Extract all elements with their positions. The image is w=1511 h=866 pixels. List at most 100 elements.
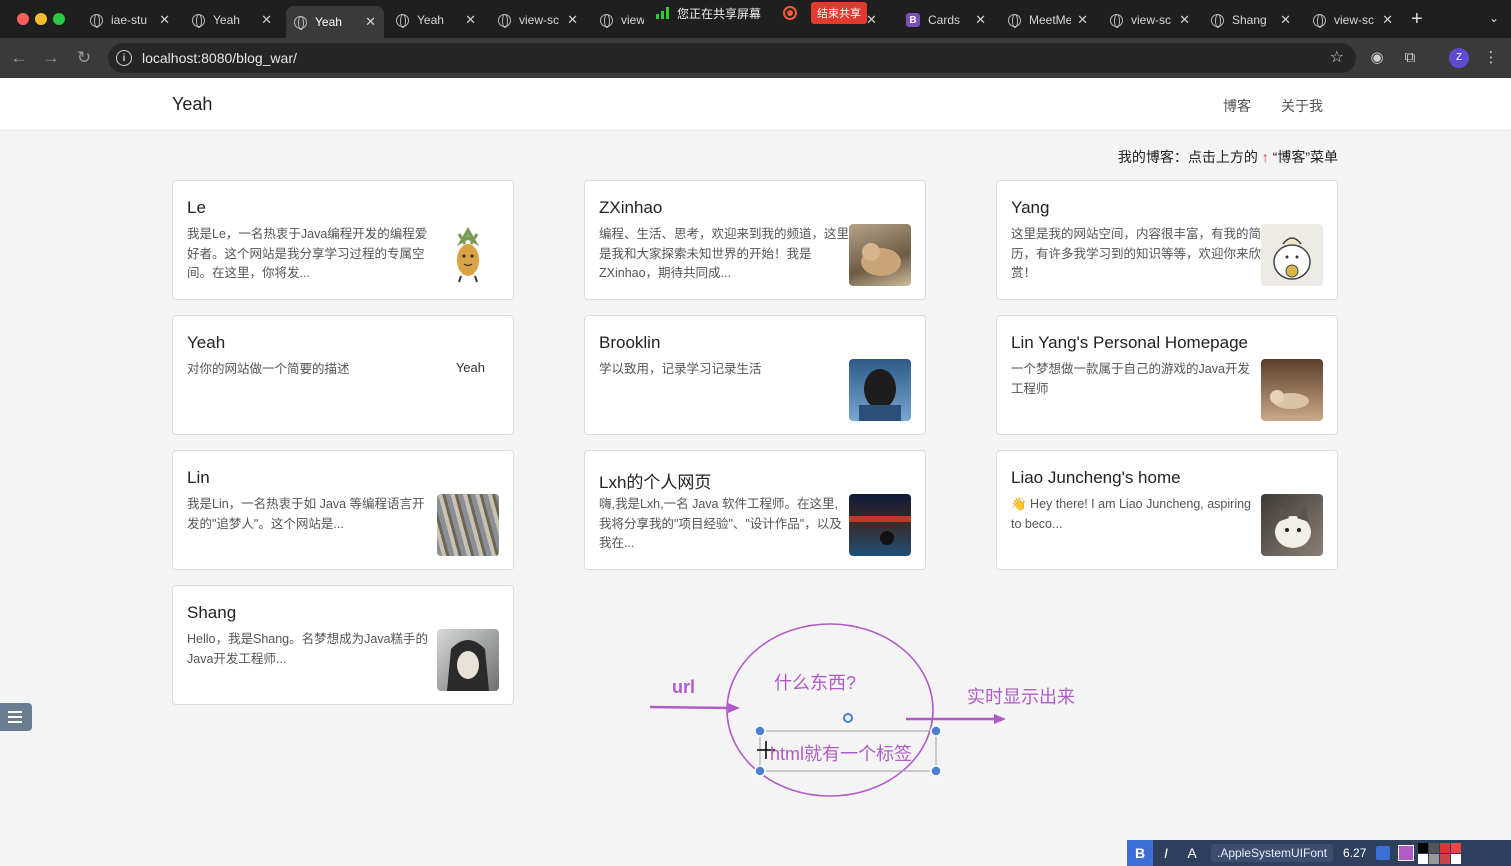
browser-tab[interactable]: view-sc ✕ (1102, 6, 1198, 34)
screen-share-banner: 您正在共享屏幕 结束共享 (656, 0, 868, 26)
menu-icon[interactable]: ⋮ (1480, 47, 1502, 69)
browser-tab[interactable]: Yeah ✕ (184, 6, 280, 34)
browser-tab[interactable]: B Cards ✕ (898, 6, 994, 34)
url-text[interactable]: localhost:8080/blog_war/ (142, 50, 297, 66)
card-thumbnail (1261, 494, 1323, 556)
broken-image-alt: Yeah (455, 360, 485, 375)
close-tab-icon[interactable]: ✕ (567, 12, 578, 28)
forward-icon[interactable]: → (40, 47, 62, 69)
card-thumbnail (1261, 359, 1323, 421)
italic-button[interactable]: I (1153, 840, 1179, 866)
card-description: 这里是我的网站空间，内容很丰富，有我的简历，有许多我学习到的知识等等，欢迎你来欣… (1011, 227, 1262, 280)
blog-card[interactable]: Yeah 对你的网站做一个简要的描述 Yeah (172, 315, 514, 435)
blog-card[interactable]: ZXinhao 编程、生活、思考，欢迎来到我的频道，这里是我和大家探索未知世界的… (584, 180, 926, 300)
globe-icon (498, 13, 511, 28)
blog-card[interactable]: Lxh的个人网页 嗨,我是Lxh,一名 Java 软件工程师。在这里,我将分享我… (584, 450, 926, 570)
browser-tab[interactable]: view-sc ✕ (490, 6, 586, 34)
site-info-icon[interactable]: i (116, 50, 132, 66)
blog-card[interactable]: Yang 这里是我的网站空间，内容很丰富，有我的简历，有许多我学习到的知识等等，… (996, 180, 1338, 300)
cat-photo-icon (861, 243, 901, 276)
profile-avatar[interactable]: Z (1449, 48, 1469, 68)
bookmark-star-icon[interactable]: ☆ (1330, 47, 1344, 67)
globe-icon (600, 13, 613, 28)
browser-tab[interactable]: view-sc ✕ (1305, 6, 1401, 34)
card-title[interactable]: ZXinhao (599, 198, 662, 218)
browser-tab[interactable]: Yeah ✕ (388, 6, 484, 34)
stop-sharing-button[interactable]: 结束共享 (811, 2, 868, 24)
card-thumbnail (1261, 224, 1323, 286)
text-style-icon[interactable]: A (1179, 840, 1205, 866)
pineapple-avatar-icon (456, 227, 480, 283)
close-tab-icon[interactable]: ✕ (159, 12, 170, 28)
close-tab-icon[interactable]: ✕ (1382, 12, 1393, 28)
list-menu-icon[interactable] (0, 703, 32, 731)
card-thumbnail (437, 629, 499, 691)
reload-icon[interactable]: ↻ (73, 47, 95, 69)
card-title[interactable]: Lin (187, 468, 210, 488)
card-title[interactable]: Yang (1011, 198, 1049, 218)
minimize-window-button[interactable] (35, 13, 47, 25)
bootstrap-icon: B (906, 13, 920, 27)
card-title[interactable]: Shang (187, 603, 236, 623)
card-description: 学以致用，记录学习记录生活 (599, 362, 762, 376)
browser-tab[interactable]: Shang ✕ (1203, 6, 1299, 34)
globe-icon (1110, 13, 1123, 28)
extensions-icon[interactable]: ⧉ (1399, 47, 1421, 69)
blog-card[interactable]: Lin 我是Lin，一名热衷于如 Java 等编程语言开发的"追梦人"。这个网站… (172, 450, 514, 570)
card-description: 编程、生活、思考，欢迎来到我的频道，这里是我和大家探索未知世界的开始！我是ZXi… (599, 227, 850, 280)
card-title[interactable]: Yeah (187, 333, 225, 353)
tab-search-icon[interactable]: ⌄ (1484, 8, 1504, 28)
close-tab-icon[interactable]: ✕ (465, 12, 476, 28)
font-select[interactable]: .AppleSystemUIFont (1211, 844, 1334, 862)
annotation-selected-text[interactable]: html就有一个标签 (770, 740, 912, 766)
annotation-output-label: 实时显示出来 (967, 687, 1075, 707)
card-title[interactable]: Lxh的个人网页 (599, 468, 711, 493)
up-arrow-icon: ↑ (1261, 149, 1269, 165)
new-tab-button[interactable]: + (1411, 8, 1423, 31)
back-icon[interactable]: ← (8, 47, 30, 69)
blog-card[interactable]: Brooklin 学以致用，记录学习记录生活 (584, 315, 926, 435)
maximize-window-button[interactable] (53, 13, 65, 25)
address-bar[interactable]: i localhost:8080/blog_war/ ☆ (108, 43, 1356, 73)
browser-tab[interactable]: MeetMe ✕ (1000, 6, 1096, 34)
close-tab-icon[interactable]: ✕ (1179, 12, 1190, 28)
card-description: 嗨,我是Lxh,一名 Java 软件工程师。在这里,我将分享我的"项目经验"、"… (599, 497, 842, 550)
bold-button[interactable]: B (1127, 840, 1153, 866)
recording-icon (783, 6, 798, 20)
browser-tab[interactable]: view- (592, 6, 652, 34)
close-tab-icon[interactable]: ✕ (1077, 12, 1088, 28)
close-tab-icon[interactable]: ✕ (261, 12, 272, 28)
close-tab-icon[interactable]: ✕ (866, 6, 886, 34)
card-title[interactable]: Lin Yang's Personal Homepage (1011, 333, 1248, 353)
close-window-button[interactable] (17, 13, 29, 25)
camera-icon[interactable]: ◉ (1366, 47, 1388, 69)
blog-card[interactable]: Shang Hello，我是Shang。名梦想成为Java糕手的Java开发工程… (172, 585, 514, 705)
close-tab-icon[interactable]: ✕ (1280, 12, 1291, 28)
browser-tab-bar: iae-stu ✕ Yeah ✕ Yeah ✕ Yeah ✕ view-sc ✕… (0, 0, 1511, 38)
blog-card[interactable]: Lin Yang's Personal Homepage 一个梦想做一款属于自己… (996, 315, 1338, 435)
card-title[interactable]: Liao Juncheng's home (1011, 468, 1181, 488)
cartoon-avatar-icon (1273, 237, 1311, 280)
card-title[interactable]: Brooklin (599, 333, 660, 353)
anime-avatar-icon (447, 640, 489, 691)
card-title[interactable]: Le (187, 198, 206, 218)
dog-photo-icon (1270, 390, 1309, 409)
browser-tab[interactable]: iae-stu ✕ (82, 6, 178, 34)
site-brand[interactable]: Yeah (172, 94, 212, 115)
card-description: Hello，我是Shang。名梦想成为Java糕手的Java开发工程师... (187, 632, 429, 666)
annotation-url-label: url (672, 677, 696, 697)
current-color-swatch[interactable] (1398, 845, 1415, 861)
font-size-value[interactable]: 6.27 (1343, 846, 1366, 860)
close-tab-icon[interactable]: ✕ (975, 12, 986, 28)
card-description: 我是Lin，一名热衷于如 Java 等编程语言开发的"追梦人"。这个网站是... (187, 497, 425, 531)
nav-link-blog[interactable]: 博客 (1223, 96, 1251, 116)
font-size-dropdown[interactable] (1376, 846, 1391, 860)
globe-icon (1313, 13, 1326, 28)
browser-tab-active[interactable]: Yeah ✕ (286, 6, 384, 38)
blog-card[interactable]: Le 我是Le，一名热衷于Java编程开发的编程爱好者。这个网站是我分享学习过程… (172, 180, 514, 300)
blog-card[interactable]: Liao Juncheng's home 👋 Hey there! I am L… (996, 450, 1338, 570)
nav-link-about[interactable]: 关于我 (1281, 96, 1323, 116)
close-tab-icon[interactable]: ✕ (365, 14, 376, 30)
hooded-person-icon (859, 369, 901, 421)
color-palette[interactable] (1418, 842, 1462, 864)
